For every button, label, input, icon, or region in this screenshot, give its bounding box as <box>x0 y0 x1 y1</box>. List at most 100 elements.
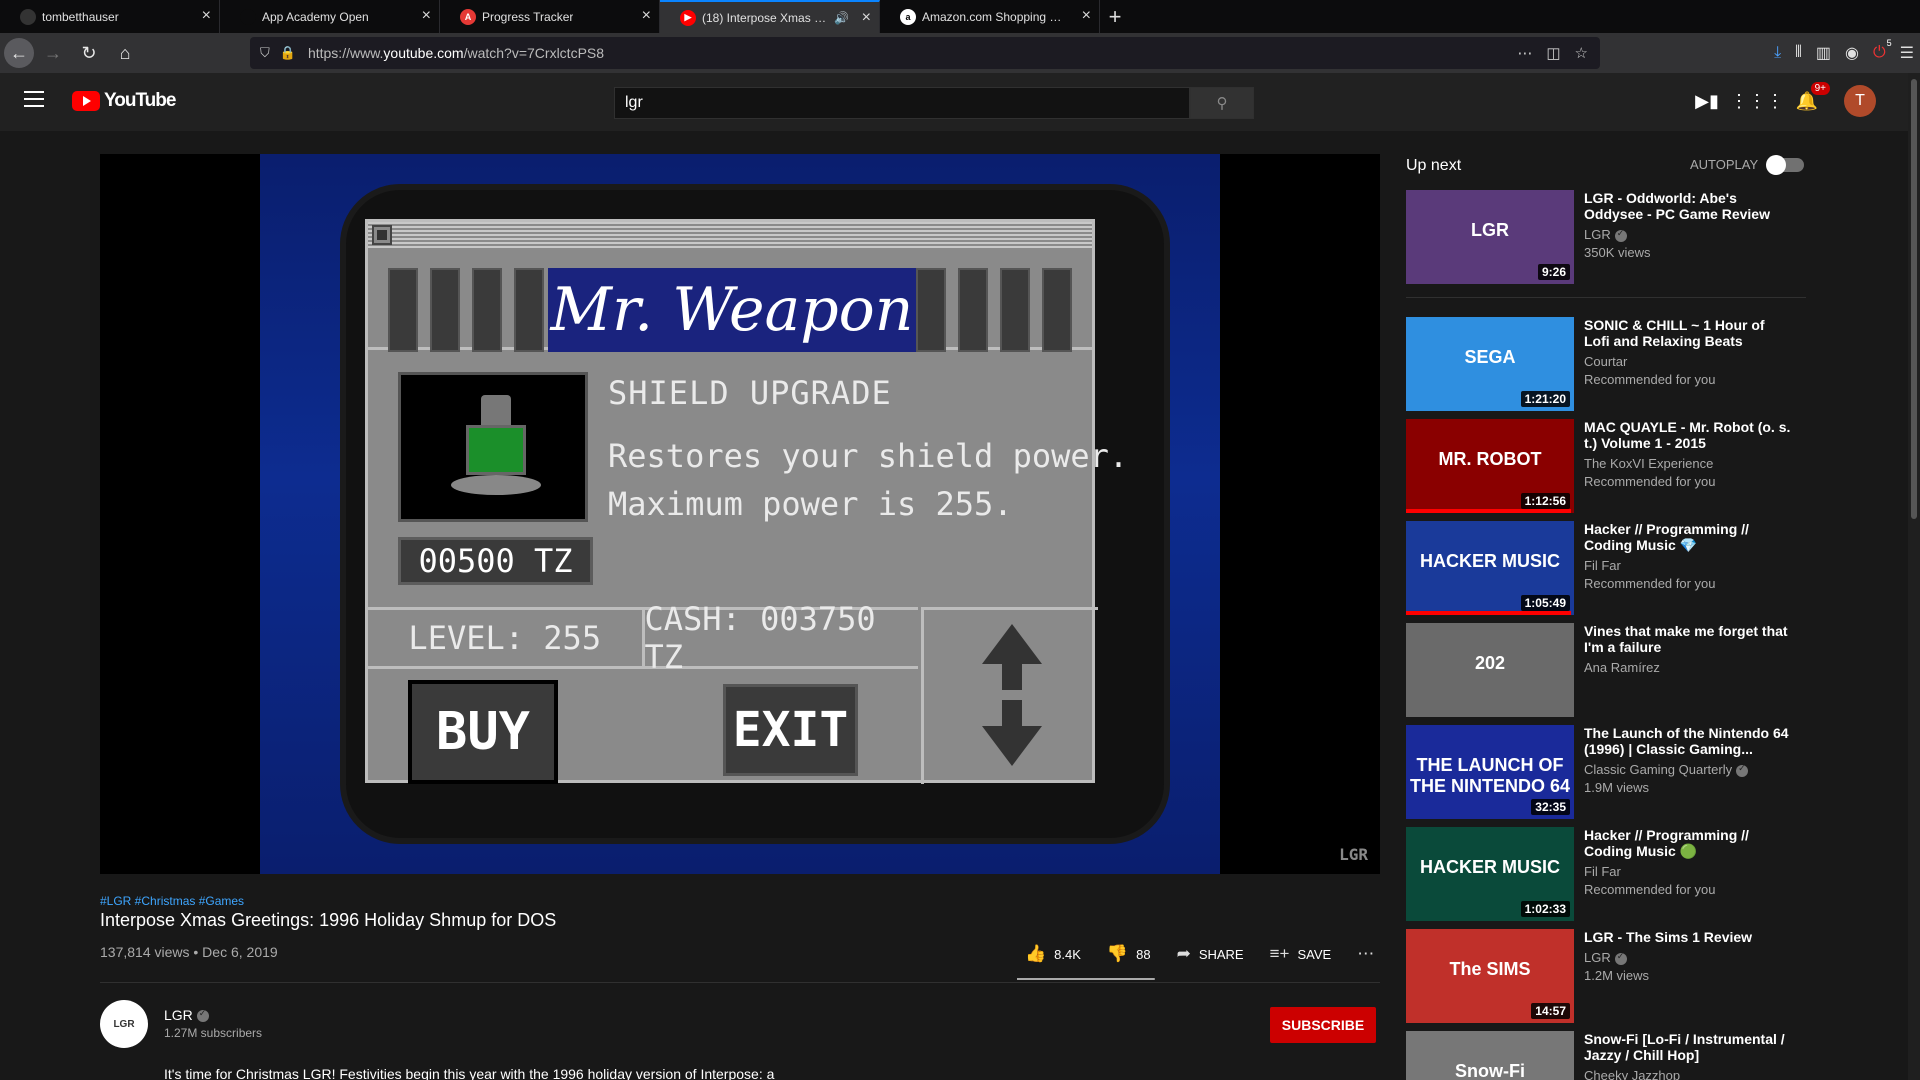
search-icon: ⚲ <box>1216 95 1228 112</box>
decor-bars-right <box>916 268 1072 352</box>
reload-button[interactable]: ↻ <box>72 36 106 70</box>
recommendation-thumbnail[interactable]: HACKER MUSIC 1:05:49 <box>1406 521 1574 615</box>
recommendation-thumbnail[interactable]: 202 <box>1406 623 1574 717</box>
dislike-button[interactable]: 👎 88 <box>1107 944 1151 964</box>
lock-icon[interactable]: 🔒 <box>280 45 296 61</box>
playlist-add-icon: ≡+ <box>1269 944 1290 963</box>
recommendation-title[interactable]: The Launch of the Nintendo 64 (1996) | C… <box>1584 725 1794 757</box>
browser-tab[interactable]: ▶ (18) Interpose Xmas Greeting 🔊 × <box>660 0 880 33</box>
shield-icon[interactable]: ⛉ <box>260 45 270 61</box>
guide-menu-icon[interactable] <box>24 91 44 107</box>
tab-close-icon[interactable]: × <box>862 9 871 27</box>
recommendation-item[interactable]: Snow-Fi Snow-Fi [Lo-Fi / Instrumental / J… <box>1406 1031 1806 1080</box>
recommendation-item[interactable]: HACKER MUSIC 1:02:33 Hacker // Programming… <box>1406 827 1806 921</box>
user-avatar[interactable]: T <box>1844 85 1876 117</box>
recommendation-title[interactable]: Hacker // Programming // Coding Music 💎 <box>1584 521 1794 553</box>
more-horizontal-icon: ⋯ <box>1357 944 1375 963</box>
recommendation-meta: 1.9M views <box>1584 780 1650 795</box>
channel-name[interactable]: LGR <box>164 1007 209 1023</box>
youtube-logo[interactable]: YouTube <box>72 90 176 112</box>
browser-tab[interactable]: tombetthauser × <box>0 0 220 33</box>
recommendation-item[interactable]: HACKER MUSIC 1:05:49 Hacker // Programming… <box>1406 521 1806 615</box>
recommendation-channel[interactable]: Classic Gaming Quarterly <box>1584 762 1794 777</box>
tab-audio-icon[interactable]: 🔊 <box>834 11 849 25</box>
video-duration: 32:35 <box>1531 799 1570 815</box>
item-description: Restores your shield power. Maximum powe… <box>608 437 1129 523</box>
thumbnail-text: HACKER MUSIC <box>1419 857 1560 877</box>
new-tab-button[interactable]: + <box>1100 0 1130 33</box>
recommendation-thumbnail[interactable]: Snow-Fi <box>1406 1031 1574 1080</box>
share-button[interactable]: ➦ SHARE <box>1177 944 1244 964</box>
browser-window: tombetthauser × App Academy Open × A Progress… <box>0 0 1920 1080</box>
download-icon[interactable]: ⤓ <box>1774 44 1781 62</box>
menu-icon[interactable]: ☰ <box>1900 43 1914 63</box>
save-button[interactable]: ≡+ SAVE <box>1270 944 1332 964</box>
recommendation-channel[interactable]: Fil Far <box>1584 864 1794 879</box>
subscribe-button[interactable]: SUBSCRIBE <box>1270 1007 1376 1043</box>
recommendation-item[interactable]: MR. ROBOT 1:12:56 MAC QUAYLE - Mr. Robot (… <box>1406 419 1806 513</box>
tab-close-icon[interactable]: × <box>1082 7 1091 25</box>
shop-title: Mr. Weapon <box>548 268 916 352</box>
recommendation-title[interactable]: MAC QUAYLE - Mr. Robot (o. s. t.) Volume… <box>1584 419 1794 451</box>
share-label: SHARE <box>1198 946 1244 962</box>
page-actions-icon[interactable]: ⋯ <box>1517 44 1532 62</box>
tab-close-icon[interactable]: × <box>422 7 431 25</box>
account-icon[interactable]: ◉ <box>1845 43 1859 63</box>
recommendation-channel[interactable]: Fil Far <box>1584 558 1794 573</box>
recommendation-thumbnail[interactable]: THE LAUNCH OF THE NINTENDO 64 32:35 <box>1406 725 1574 819</box>
page-scrollbar[interactable] <box>1908 73 1920 1080</box>
recommendation-title[interactable]: LGR - Oddworld: Abe's Oddysee - PC Game … <box>1584 190 1794 222</box>
recommendation-meta: 350K views <box>1584 245 1651 260</box>
recommendation-thumbnail[interactable]: HACKER MUSIC 1:02:33 <box>1406 827 1574 921</box>
recommendation-item[interactable]: THE LAUNCH OF THE NINTENDO 64 32:35 The La… <box>1406 725 1806 819</box>
pocket-icon[interactable]: ◫ <box>1546 44 1560 62</box>
create-video-icon[interactable]: ▶▮ <box>1694 88 1720 114</box>
sidebar-icon[interactable]: ▥ <box>1816 43 1831 63</box>
recommendation-title[interactable]: Vines that make me forget that I'm a fai… <box>1584 623 1794 655</box>
library-icon[interactable]: ⫴ <box>1795 44 1802 62</box>
tab-close-icon[interactable]: × <box>202 7 211 25</box>
search-button[interactable]: ⚲ <box>1190 87 1254 119</box>
recommendation-channel[interactable]: Courtar <box>1584 354 1794 369</box>
scrollbar-thumb[interactable] <box>1911 79 1917 519</box>
recommendation-thumbnail[interactable]: The SIMS 14:57 <box>1406 929 1574 1023</box>
recommendation-channel[interactable]: The KoxVI Experience <box>1584 456 1794 471</box>
extension-icon[interactable]: ⏻ 5 <box>1873 38 1892 62</box>
url-bar[interactable]: ⛉ 🔒 https://www. youtube.com/watch?v=7Crx… <box>250 37 1600 69</box>
recommendation-thumbnail[interactable]: SEGA 1:21:20 <box>1406 317 1574 411</box>
recommendation-item[interactable]: The SIMS 14:57 LGR - The Sims 1 Review LGR 1… <box>1406 929 1806 1023</box>
recommendation-channel[interactable]: LGR <box>1584 950 1794 965</box>
more-actions-button[interactable]: ⋯ <box>1357 944 1374 964</box>
bookmark-star-icon[interactable]: ☆ <box>1575 44 1588 62</box>
tab-close-icon[interactable]: × <box>642 7 651 25</box>
video-player[interactable]: Mr. Weapon SHIELD UPGRADE Restores your … <box>100 154 1380 874</box>
up-next-separator <box>1406 297 1806 298</box>
share-icon: ➦ <box>1176 944 1191 963</box>
video-hashtags[interactable]: #LGR #Christmas #Games <box>100 894 244 908</box>
recommendation-title[interactable]: Snow-Fi [Lo-Fi / Instrumental / Jazzy / … <box>1584 1031 1794 1063</box>
recommendation-title[interactable]: Hacker // Programming // Coding Music 🟢 <box>1584 827 1794 859</box>
notifications-bell-icon[interactable]: 🔔 9+ <box>1794 82 1830 114</box>
autoplay-toggle[interactable] <box>1766 154 1805 175</box>
browser-tab[interactable]: A Progress Tracker × <box>440 0 660 33</box>
recommendation-title[interactable]: SONIC & CHILL ~ 1 Hour of Lofi and Relax… <box>1584 317 1794 349</box>
recommendation-channel[interactable]: Ana Ramírez <box>1584 660 1794 675</box>
recommendation-item[interactable]: LGR 9:26 LGR - Oddworld: Abe's Oddysee - P… <box>1406 190 1806 284</box>
recommendation-thumbnail[interactable]: LGR 9:26 <box>1406 190 1574 284</box>
like-button[interactable]: 👍 8.4K <box>1025 944 1081 964</box>
home-button[interactable]: ⌂ <box>108 36 142 70</box>
browser-tab[interactable]: a Amazon.com Shopping Cart × <box>880 0 1100 33</box>
recommendation-item[interactable]: 202 Vines that make me forget that I'm a … <box>1406 623 1806 717</box>
browser-tab[interactable]: App Academy Open × <box>220 0 440 33</box>
recommendation-item[interactable]: SEGA 1:21:20 SONIC & CHILL ~ 1 Hour of Lof… <box>1406 317 1806 411</box>
apps-grid-icon[interactable]: ⋮⋮⋮ <box>1730 88 1784 114</box>
video-duration: 9:26 <box>1537 264 1570 280</box>
recommendation-channel[interactable]: LGR <box>1584 227 1794 242</box>
back-button[interactable]: ← <box>4 38 34 68</box>
search-input[interactable]: lgr <box>614 87 1190 119</box>
recommendation-title[interactable]: LGR - The Sims 1 Review <box>1584 929 1794 945</box>
forward-button[interactable]: → <box>36 36 70 70</box>
recommendation-thumbnail[interactable]: MR. ROBOT 1:12:56 <box>1406 419 1574 513</box>
recommendation-channel[interactable]: Cheeky Jazzhop <box>1584 1068 1794 1080</box>
channel-avatar[interactable]: LGR <box>100 1000 148 1048</box>
